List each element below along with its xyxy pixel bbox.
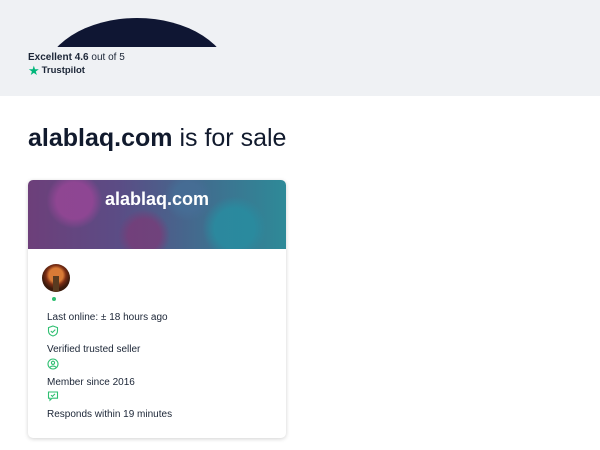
rating-line: Excellent 4.6 out of 5 <box>28 52 125 63</box>
responds-item: Responds within 19 minutes <box>47 390 172 422</box>
user-circle-icon <box>47 358 59 370</box>
member-since-text: Member since 2016 <box>47 377 135 388</box>
trustpilot-badge[interactable]: ★ Trustpilot <box>28 62 85 78</box>
page-title: alablaq.com is for sale <box>28 124 286 153</box>
banner-domain-title: alablaq.com <box>104 189 210 209</box>
last-online-text: Last online: ± 18 hours ago <box>47 312 168 323</box>
page-title-domain: alablaq.com <box>28 124 173 152</box>
domain-banner: alablaq.com <box>28 180 286 249</box>
online-status-dot <box>52 297 56 301</box>
member-since-item: Member since 2016 <box>47 358 135 390</box>
star-icon: ★ <box>28 62 40 78</box>
rating-score: 4.6 <box>74 52 89 63</box>
rating-label: Excellent <box>28 52 72 63</box>
trustpilot-label: Trustpilot <box>41 65 85 76</box>
chat-check-icon <box>47 391 59 402</box>
verified-text: Verified trusted seller <box>47 344 141 355</box>
seller-card: alablaq.com Last online: ± 18 hours ago … <box>28 180 286 438</box>
header-logo-shape <box>0 0 600 47</box>
verified-item: Verified trusted seller <box>47 325 140 357</box>
responds-text: Responds within 19 minutes <box>47 409 173 420</box>
rating-suffix: out of 5 <box>91 52 125 63</box>
shield-check-icon <box>47 325 59 337</box>
avatar <box>42 264 70 292</box>
page-title-rest: is for sale <box>179 124 287 152</box>
top-band: Excellent 4.6 out of 5 ★ Trustpilot <box>0 0 600 96</box>
last-online-item: Last online: ± 18 hours ago <box>47 307 168 325</box>
